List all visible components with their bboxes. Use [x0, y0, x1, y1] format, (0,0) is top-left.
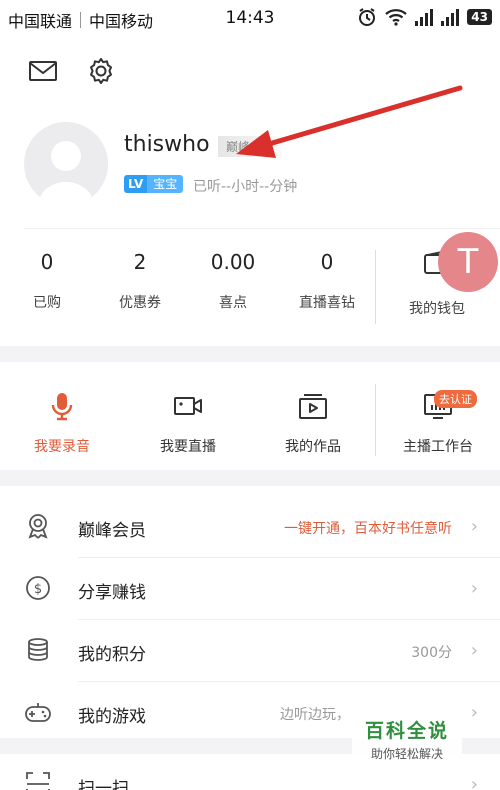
creator-actions: 我要录音 我要直播 我的作品 主播工作台 去认证: [0, 362, 500, 470]
watermark-subtitle: 助你轻松解决: [370, 747, 443, 761]
annotation-arrow: [236, 85, 463, 158]
stats-divider: [375, 250, 376, 324]
stat-label: 已购: [33, 295, 61, 311]
menu-title: 分享赚钱: [78, 583, 146, 603]
menu-extra: 边听边玩，: [280, 707, 350, 723]
stat-label: 直播喜钻: [299, 295, 355, 311]
dollar-coin-icon: $: [26, 576, 50, 600]
action-label: 我的作品: [285, 439, 341, 455]
play-folder-icon: [299, 394, 327, 419]
menu-item-points[interactable]: 我的积分 300分 ›: [0, 620, 500, 682]
certify-badge[interactable]: 去认证: [434, 390, 477, 408]
action-label: 我要录音: [34, 439, 90, 455]
video-camera-icon: [174, 397, 202, 415]
stat-coupons[interactable]: 2 优惠券: [95, 250, 185, 312]
scan-icon: [26, 772, 50, 790]
menu-extra: 一键开通，百本好书任意听: [284, 521, 452, 537]
watermark-logo: 百科全说 助你轻松解决: [352, 712, 462, 764]
stat-xidian[interactable]: 0.00 喜点: [188, 250, 278, 312]
stat-value: 0: [40, 250, 54, 274]
stat-label: 喜点: [219, 295, 247, 311]
microphone-icon: [51, 393, 73, 421]
menu-list: 巅峰会员 一键开通，百本好书任意听 › $ 分享赚钱 › 我的积分 300分 ›…: [0, 486, 500, 738]
svg-text:$: $: [34, 582, 42, 597]
chevron-right-icon: ›: [470, 640, 478, 661]
stat-purchased[interactable]: 0 已购: [2, 250, 92, 312]
record-button[interactable]: 我要录音: [12, 390, 112, 456]
wallet-label: 我的钱包: [409, 301, 465, 317]
stat-value: 2: [133, 250, 147, 274]
menu-item-vip[interactable]: 巅峰会员 一键开通，百本好书任意听 ›: [0, 496, 500, 558]
stat-label: 优惠券: [119, 295, 161, 311]
menu-title: 巅峰会员: [78, 521, 146, 541]
chevron-right-icon: ›: [470, 702, 478, 723]
menu-title: 我的游戏: [78, 707, 146, 727]
medal-icon: [28, 514, 48, 539]
menu-item-share-earn[interactable]: $ 分享赚钱 ›: [0, 558, 500, 620]
menu-title: 扫一扫: [78, 779, 129, 790]
my-works-button[interactable]: 我的作品: [263, 390, 363, 456]
chevron-right-icon: ›: [470, 516, 478, 537]
stats-row: 0 已购 2 优惠券 0.00 喜点 0 直播喜钻 我的钱包: [0, 250, 500, 330]
action-label: 主播工作台: [403, 439, 473, 455]
action-label: 我要直播: [160, 439, 216, 455]
floating-t-button[interactable]: T: [438, 232, 498, 292]
divider: [24, 228, 500, 229]
gamepad-icon: [25, 703, 51, 722]
menu-title: 我的积分: [78, 645, 146, 665]
watermark-title: 百科全说: [364, 720, 449, 742]
actions-divider: [375, 384, 376, 456]
stat-value: 0: [320, 250, 334, 274]
chevron-right-icon: ›: [470, 774, 478, 790]
chevron-right-icon: ›: [470, 578, 478, 599]
menu-extra: 300分: [411, 645, 452, 661]
stat-value: 0.00: [210, 250, 256, 274]
stat-live-diamonds[interactable]: 0 直播喜钻: [282, 250, 372, 312]
coin-stack-icon: [28, 638, 48, 661]
live-button[interactable]: 我要直播: [138, 390, 238, 456]
